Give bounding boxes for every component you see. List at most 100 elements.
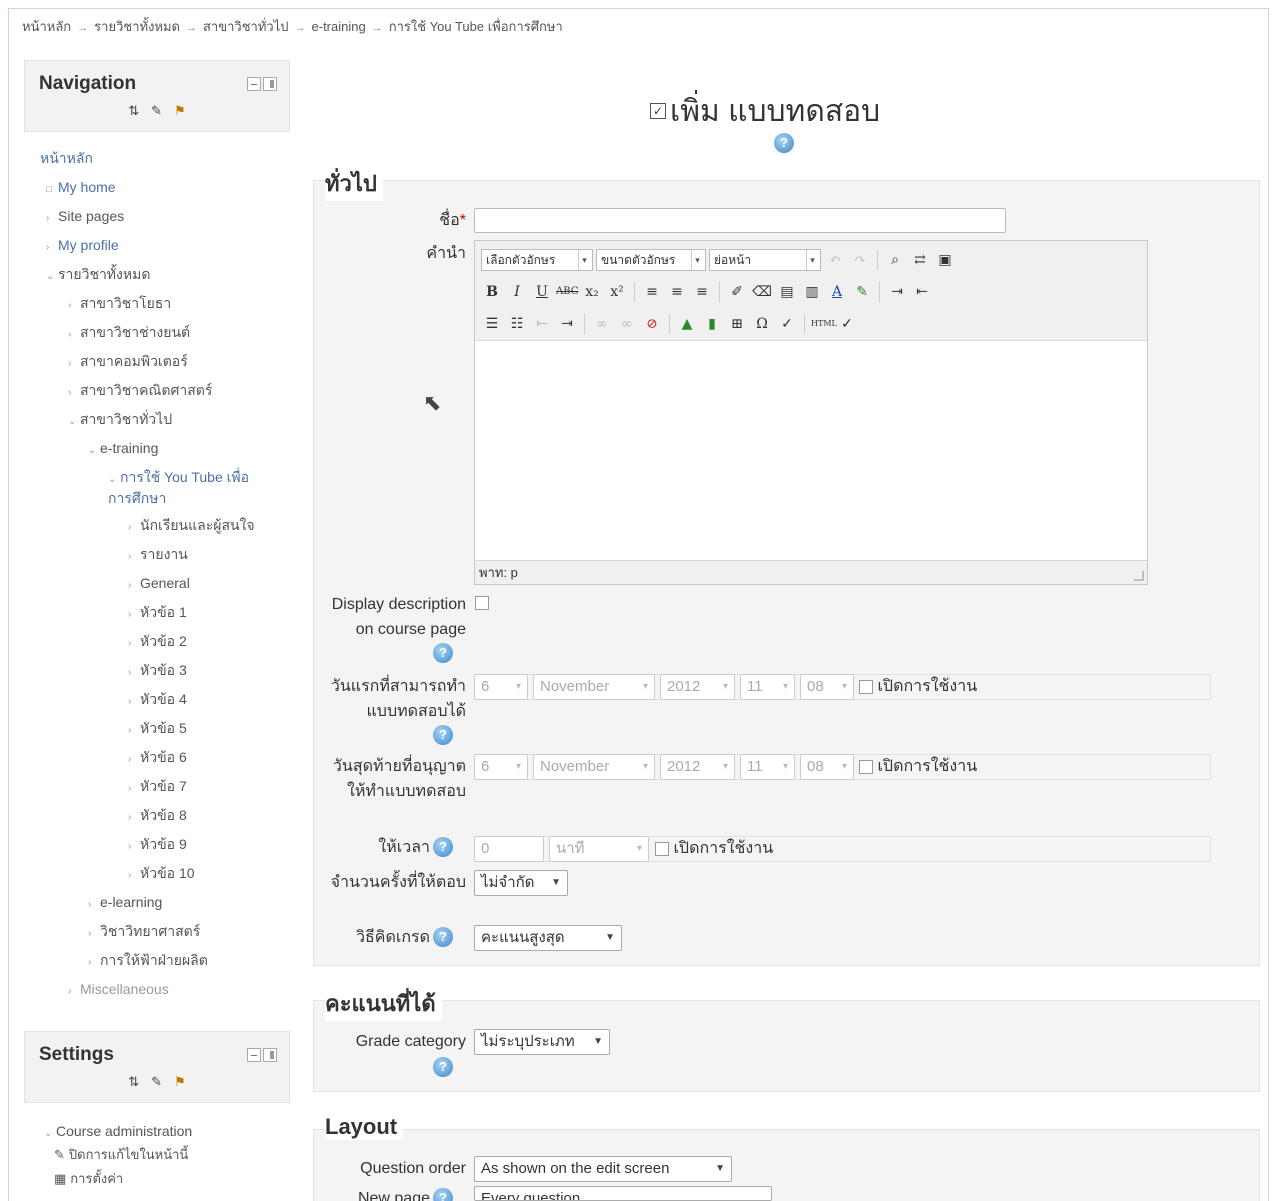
settings-link[interactable]: ปิดการแก้ไขในหน้านี้	[69, 1147, 188, 1162]
nav-link[interactable]: หัวข้อ 8	[140, 807, 187, 823]
spellcheck-icon[interactable]: ✓	[776, 313, 798, 335]
rtl-icon[interactable]: ⇤	[911, 281, 933, 303]
nav-item-dept[interactable]: › สาขาคอมพิวเตอร์	[40, 352, 290, 381]
dock-icon[interactable]	[263, 1048, 277, 1062]
nav-item-dept[interactable]: › สาขาวิชาคณิตศาสตร์	[40, 381, 290, 410]
nav-link[interactable]: e-learning	[100, 894, 162, 910]
nav-link[interactable]: หัวข้อ 5	[140, 720, 187, 736]
close-hour-select[interactable]: 11 ▾	[740, 754, 795, 780]
open-month-select[interactable]: November ▾	[533, 674, 655, 700]
breadcrumb-home[interactable]: หน้าหลัก	[22, 19, 71, 34]
close-minute-select[interactable]: 08 ▾	[800, 754, 854, 780]
redo-icon[interactable]: ↷	[849, 249, 871, 271]
breadcrumb-e-training[interactable]: e-training	[312, 19, 366, 34]
nav-item-production[interactable]: › การให้ฟ้าฝ่ายผลิต	[40, 951, 290, 980]
question-order-select[interactable]: As shown on the edit screen ▼	[474, 1156, 732, 1182]
grading-method-select[interactable]: คะแนนสูงสุด ▼	[474, 925, 622, 951]
nav-item-my-home[interactable]: □ My home	[40, 178, 290, 207]
open-hour-select[interactable]: 11 ▾	[740, 674, 795, 700]
settings-course-admin[interactable]: ⌄ Course administration	[44, 1122, 284, 1146]
nav-item-dept-general[interactable]: ⌄ สาขาวิชาทั่วไป	[40, 410, 290, 439]
time-limit-enable[interactable]: เปิดการใช้งาน	[655, 836, 773, 861]
special-char-icon[interactable]: Ω	[751, 313, 773, 335]
nav-item-misc[interactable]: › Miscellaneous	[40, 980, 290, 1009]
strikethrough-icon[interactable]: ABC	[556, 281, 578, 303]
replace-icon[interactable]: ⇄	[909, 249, 931, 271]
help-icon[interactable]: ?	[433, 927, 453, 947]
editor-content-area[interactable]	[475, 341, 1147, 560]
nav-item-dept[interactable]: › สาขาวิชาโยธา	[40, 294, 290, 323]
nav-link[interactable]: สาขาวิชาคณิตศาสตร์	[80, 382, 212, 398]
nav-link[interactable]: สาขาคอมพิวเตอร์	[80, 353, 188, 369]
nav-link[interactable]: วิชาวิทยาศาสตร์	[100, 923, 200, 939]
nav-link[interactable]: e-training	[100, 440, 158, 456]
nav-item-topic[interactable]: › หัวข้อ 4	[40, 690, 290, 719]
nav-link[interactable]: หัวข้อ 3	[140, 662, 187, 678]
nav-item-all-courses[interactable]: ⌄ รายวิชาทั้งหมด	[40, 265, 290, 294]
nav-link[interactable]: My home	[58, 179, 116, 195]
nav-item-my-profile[interactable]: › My profile	[40, 236, 290, 265]
help-icon[interactable]: ?	[433, 725, 453, 745]
open-minute-select[interactable]: 08 ▾	[800, 674, 854, 700]
nav-item-topic[interactable]: › หัวข้อ 7	[40, 777, 290, 806]
equation-icon[interactable]: ⊞	[726, 313, 748, 335]
display-description-checkbox[interactable]	[475, 596, 489, 610]
time-limit-input[interactable]: 0	[474, 836, 544, 862]
undo-icon[interactable]: ↶	[824, 249, 846, 271]
nav-link[interactable]: นักเรียนและผู้สนใจ	[140, 517, 255, 533]
link-icon[interactable]: ∞	[591, 313, 613, 335]
indent-icon[interactable]: ⇥	[556, 313, 578, 335]
ltr-icon[interactable]: ⇥	[886, 281, 908, 303]
remove-format-icon[interactable]: ⌫	[751, 281, 773, 303]
move-icon[interactable]: ⇅	[128, 1074, 139, 1098]
close-year-select[interactable]: 2012 ▾	[660, 754, 735, 780]
nav-link[interactable]: หัวข้อ 9	[140, 836, 187, 852]
nav-link[interactable]: Site pages	[58, 208, 124, 224]
help-icon[interactable]: ?	[433, 1057, 453, 1077]
nav-link[interactable]: หัวข้อ 2	[140, 633, 187, 649]
nav-item-current-course[interactable]: ⌄ การใช้ You Tube เพื่อการศึกษา	[40, 468, 260, 516]
nav-link[interactable]: การให้ฟ้าฝ่ายผลิต	[100, 952, 208, 968]
nav-item-home[interactable]: หน้าหลัก	[40, 149, 290, 178]
bullet-list-icon[interactable]: ☰	[481, 313, 503, 335]
collapse-icon[interactable]	[247, 1048, 261, 1062]
open-enable[interactable]: เปิดการใช้งาน	[859, 674, 977, 699]
close-enable[interactable]: เปิดการใช้งาน	[859, 754, 977, 779]
nav-link[interactable]: หัวข้อ 10	[140, 865, 195, 881]
move-icon[interactable]: ⇅	[128, 103, 139, 127]
nav-link[interactable]: หัวข้อ 1	[140, 604, 187, 620]
nav-item-reports[interactable]: › รายงาน	[40, 545, 290, 574]
subscript-icon[interactable]: x₂	[581, 281, 603, 303]
nav-link[interactable]: Miscellaneous	[80, 981, 169, 997]
dock-icon[interactable]	[263, 77, 277, 91]
cleanup-icon[interactable]: ✐	[726, 281, 748, 303]
settings-link[interactable]: Course administration	[56, 1123, 192, 1139]
nav-item-topic[interactable]: › หัวข้อ 10	[40, 864, 290, 893]
media-icon[interactable]: ▮	[701, 313, 723, 335]
nav-item-e-training[interactable]: ⌄ e-training	[40, 439, 290, 468]
nav-item-site-pages[interactable]: › Site pages	[40, 207, 290, 236]
html-icon[interactable]: HTML	[811, 313, 837, 335]
align-right-icon[interactable]: ≡	[691, 281, 713, 303]
align-left-icon[interactable]: ≡	[641, 281, 663, 303]
breadcrumb-course[interactable]: การใช้ You Tube เพื่อการศึกษา	[389, 19, 563, 34]
resize-icon[interactable]	[1134, 571, 1144, 581]
roles-icon[interactable]: ⚑	[174, 1074, 186, 1098]
settings-link[interactable]: การตั้งค่า	[70, 1171, 123, 1186]
bold-icon[interactable]: B	[481, 281, 503, 303]
spelling-icon[interactable]: ✓	[836, 313, 858, 335]
nav-link[interactable]: หัวข้อ 6	[140, 749, 187, 765]
text-color-icon[interactable]: A	[826, 281, 848, 303]
help-icon[interactable]: ?	[774, 133, 794, 153]
paste-word-icon[interactable]: ▥	[801, 281, 823, 303]
help-icon[interactable]: ?	[433, 1188, 453, 1201]
find-icon[interactable]: ⌕	[884, 249, 906, 271]
settings-edit-settings[interactable]: ▦ การตั้งค่า	[44, 1170, 284, 1194]
nav-item-e-learning[interactable]: › e-learning	[40, 893, 290, 922]
help-icon[interactable]: ?	[433, 643, 453, 663]
number-list-icon[interactable]: ☷	[506, 313, 528, 335]
outdent-icon[interactable]: ⇤	[531, 313, 553, 335]
nolink-icon[interactable]: ⊘	[641, 313, 663, 335]
edit-icon[interactable]: ✎	[151, 1074, 162, 1098]
nav-link[interactable]: รายงาน	[140, 546, 188, 562]
